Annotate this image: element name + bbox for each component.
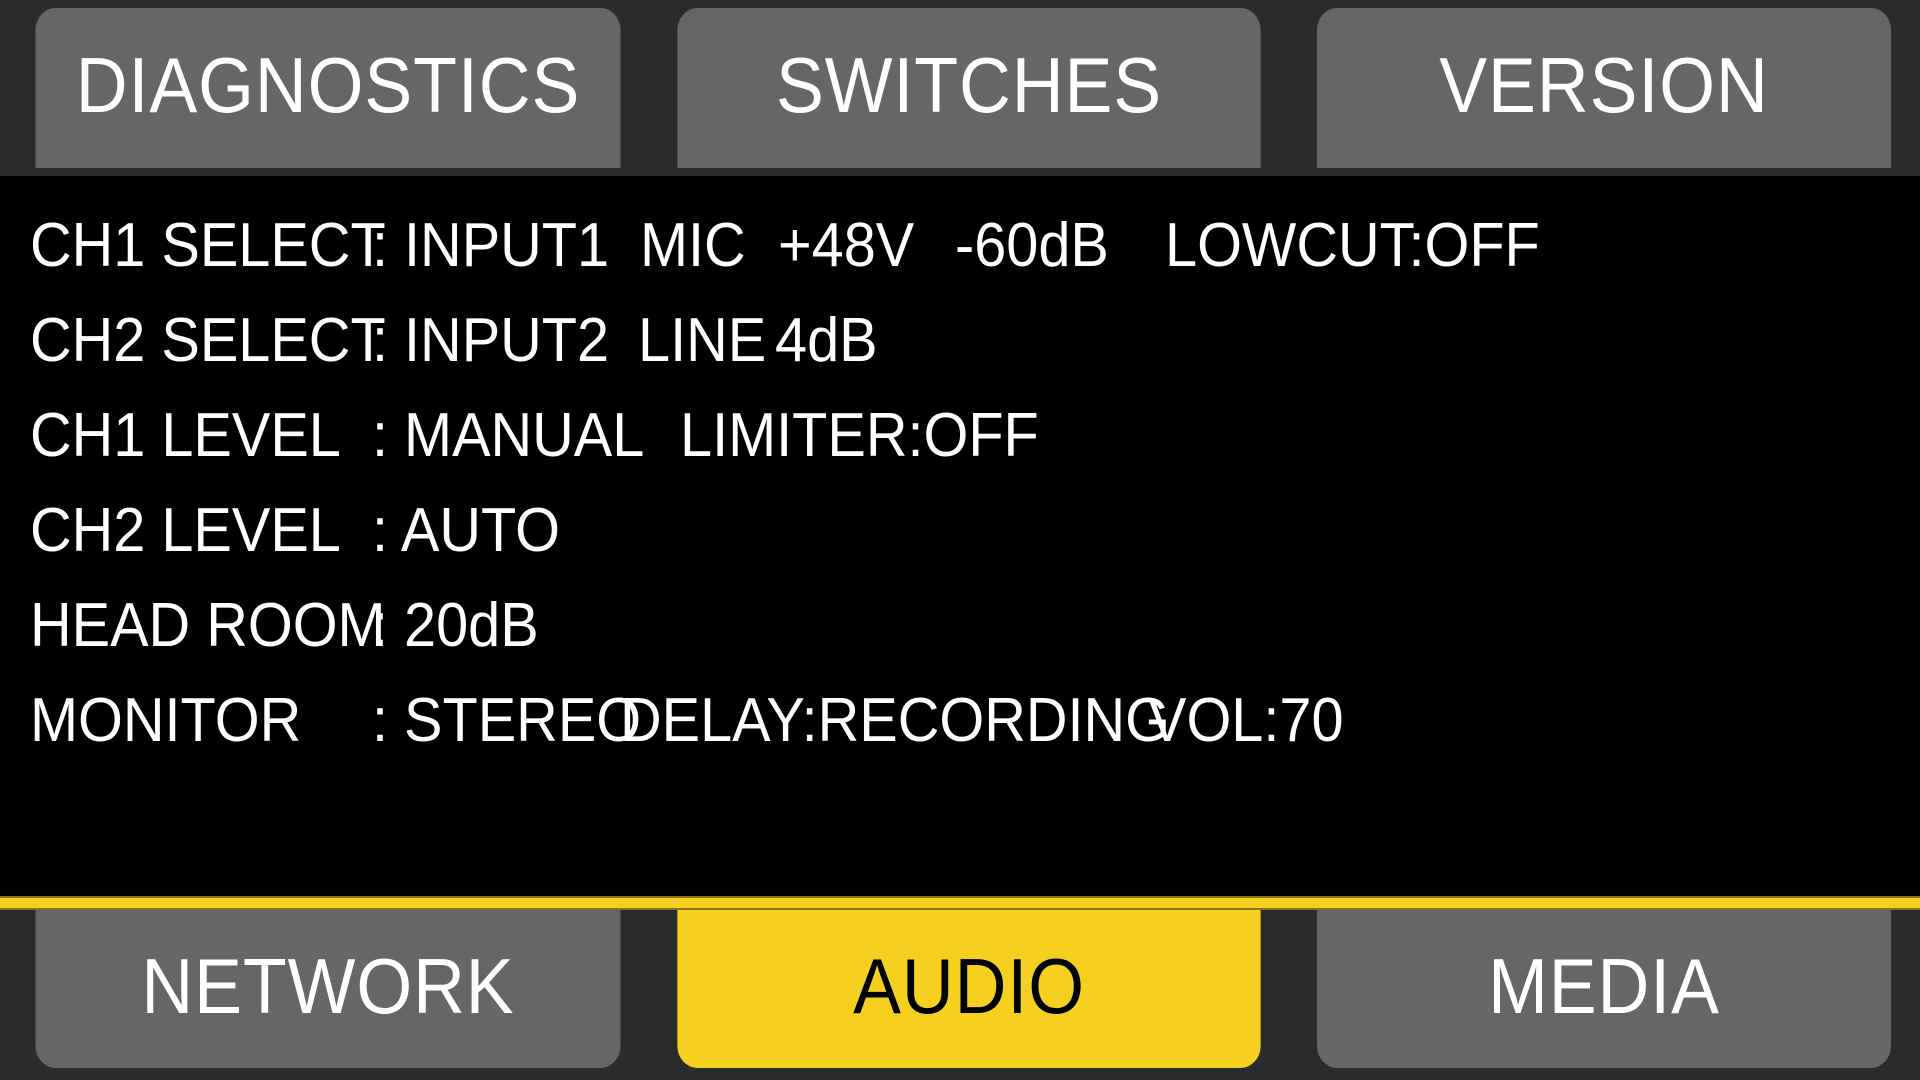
audio-settings-screen: DIAGNOSTICS SWITCHES VERSION CH1 SELECT …: [0, 0, 1920, 1080]
tab-audio[interactable]: AUDIO: [677, 910, 1261, 1068]
setting-label: CH1 LEVEL: [30, 401, 341, 470]
tab-version-label: VERSION: [1439, 41, 1769, 129]
setting-row: CH2 LEVEL : AUTO: [0, 483, 1920, 578]
tab-media[interactable]: MEDIA: [1316, 910, 1892, 1068]
tab-switches-label: SWITCHES: [775, 41, 1163, 129]
setting-value: : INPUT1: [372, 211, 610, 280]
setting-label: HEAD ROOM: [30, 591, 386, 660]
setting-extra-delay: DELAY:RECORDING: [620, 686, 1171, 755]
setting-row: CH1 SELECT : INPUT1 MIC +48V -60dB LOWCU…: [0, 198, 1920, 293]
tab-diagnostics-label: DIAGNOSTICS: [75, 41, 581, 129]
tab-media-label: MEDIA: [1488, 942, 1720, 1030]
setting-value: : STEREO: [372, 686, 642, 755]
setting-value: : 20dB: [372, 591, 539, 660]
setting-extra-gain: -60dB: [955, 211, 1109, 280]
setting-extra-gain: 4dB: [775, 306, 878, 375]
setting-extra-volume: VOL:70: [1148, 686, 1344, 755]
setting-row: MONITOR : STEREO DELAY:RECORDING VOL:70: [0, 673, 1920, 768]
setting-extra-limiter: LIMITER:OFF: [680, 401, 1039, 470]
setting-value: : AUTO: [372, 496, 560, 565]
tab-network[interactable]: NETWORK: [35, 910, 621, 1068]
setting-extra-phantom: +48V: [778, 211, 915, 280]
setting-row: CH2 SELECT : INPUT2 LINE 4dB: [0, 293, 1920, 388]
setting-value: : MANUAL: [372, 401, 645, 470]
tab-audio-label: AUDIO: [853, 942, 1085, 1030]
tab-network-label: NETWORK: [141, 942, 515, 1030]
setting-label: CH2 LEVEL: [30, 496, 341, 565]
tab-switches[interactable]: SWITCHES: [677, 8, 1261, 168]
audio-settings-list: CH1 SELECT : INPUT1 MIC +48V -60dB LOWCU…: [0, 176, 1920, 896]
setting-extra-mic: MIC: [640, 211, 746, 280]
top-tab-bar: DIAGNOSTICS SWITCHES VERSION: [0, 8, 1920, 168]
setting-label: CH1 SELECT: [30, 211, 386, 280]
setting-extra-lowcut: LOWCUT:OFF: [1165, 211, 1540, 280]
setting-label: CH2 SELECT: [30, 306, 386, 375]
tab-diagnostics[interactable]: DIAGNOSTICS: [35, 8, 621, 168]
setting-label: MONITOR: [30, 686, 302, 755]
tab-version[interactable]: VERSION: [1316, 8, 1892, 168]
active-tab-divider: [0, 896, 1920, 910]
setting-row: HEAD ROOM : 20dB: [0, 578, 1920, 673]
bottom-tab-bar: NETWORK AUDIO MEDIA: [0, 910, 1920, 1070]
setting-row: CH1 LEVEL : MANUAL LIMITER:OFF: [0, 388, 1920, 483]
setting-extra-line: LINE: [638, 306, 767, 375]
setting-value: : INPUT2: [372, 306, 610, 375]
